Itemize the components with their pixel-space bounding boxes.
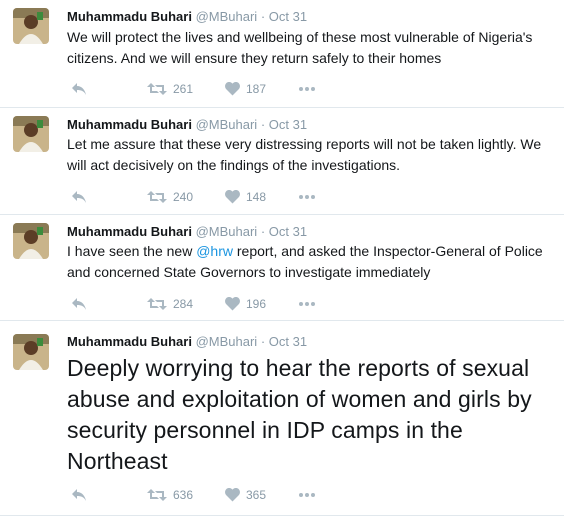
retweet-count: 261 xyxy=(173,82,194,96)
retweet-count: 240 xyxy=(173,190,194,204)
avatar[interactable] xyxy=(13,223,49,259)
more-icon xyxy=(299,87,315,91)
tweet[interactable]: Muhammadu Buhari @MBuhari · Oct 31 I hav… xyxy=(0,215,564,321)
tweet-text: We will protect the lives and wellbeing … xyxy=(67,29,533,66)
timestamp[interactable]: Oct 31 xyxy=(269,117,307,132)
tweet-feed: Muhammadu Buhari @MBuhari · Oct 31 We wi… xyxy=(0,0,564,516)
like-button[interactable]: 187 xyxy=(225,80,266,98)
heart-icon xyxy=(225,82,240,96)
tweet[interactable]: Muhammadu Buhari @MBuhari · Oct 31 Let m… xyxy=(0,108,564,215)
timestamp[interactable]: Oct 31 xyxy=(269,334,307,349)
retweet-count: 284 xyxy=(173,297,194,311)
tweet-text: I have seen the new @hrw report, and ask… xyxy=(67,241,557,283)
retweet-button[interactable]: 240 xyxy=(147,188,193,206)
reply-button[interactable] xyxy=(71,80,87,98)
author-handle[interactable]: @MBuhari xyxy=(196,117,258,132)
timestamp[interactable]: Oct 31 xyxy=(269,224,307,239)
heart-icon xyxy=(225,297,240,311)
tweet-actions: 261 187 xyxy=(67,80,367,98)
reply-button[interactable] xyxy=(71,486,87,504)
reply-button[interactable] xyxy=(71,295,87,313)
tweet-header: Muhammadu Buhari @MBuhari · Oct 31 xyxy=(67,224,307,240)
tweet-text-start: I have seen the new xyxy=(67,243,197,259)
like-count: 196 xyxy=(246,297,267,311)
mention-link[interactable]: @hrw xyxy=(196,243,233,259)
author-name[interactable]: Muhammadu Buhari xyxy=(67,224,192,239)
reply-icon xyxy=(72,83,86,95)
reply-icon xyxy=(72,489,86,501)
tweet-header: Muhammadu Buhari @MBuhari · Oct 31 xyxy=(67,334,307,350)
reply-button[interactable] xyxy=(71,188,87,206)
more-button[interactable] xyxy=(299,295,315,313)
tweet-text: Let me assure that these very distressin… xyxy=(67,136,542,173)
retweet-icon xyxy=(147,191,167,203)
author-name[interactable]: Muhammadu Buhari xyxy=(67,334,192,349)
more-icon xyxy=(299,493,315,497)
reply-icon xyxy=(72,298,86,310)
like-button[interactable]: 365 xyxy=(225,486,266,504)
author-name[interactable]: Muhammadu Buhari xyxy=(67,117,192,132)
avatar[interactable] xyxy=(13,8,49,44)
more-icon xyxy=(299,195,315,199)
retweet-icon xyxy=(147,298,167,310)
tweet[interactable]: Muhammadu Buhari @MBuhari · Oct 31 Deepl… xyxy=(0,321,564,516)
retweet-icon xyxy=(147,489,167,501)
retweet-button[interactable]: 284 xyxy=(147,295,193,313)
like-count: 148 xyxy=(246,190,267,204)
tweet-header: Muhammadu Buhari @MBuhari · Oct 31 xyxy=(67,117,307,133)
retweet-button[interactable]: 636 xyxy=(147,486,193,504)
tweet-actions: 284 196 xyxy=(67,295,367,313)
separator: · xyxy=(260,9,266,24)
tweet-actions: 240 148 xyxy=(67,188,367,206)
like-count: 187 xyxy=(246,82,267,96)
more-button[interactable] xyxy=(299,80,315,98)
like-button[interactable]: 196 xyxy=(225,295,266,313)
author-handle[interactable]: @MBuhari xyxy=(196,224,258,239)
more-icon xyxy=(299,302,315,306)
author-handle[interactable]: @MBuhari xyxy=(196,9,258,24)
separator: · xyxy=(260,117,266,132)
retweet-count: 636 xyxy=(173,488,194,502)
author-handle[interactable]: @MBuhari xyxy=(196,334,258,349)
tweet-text: Deeply worrying to hear the reports of s… xyxy=(67,355,532,474)
avatar[interactable] xyxy=(13,116,49,152)
like-count: 365 xyxy=(246,488,267,502)
like-button[interactable]: 148 xyxy=(225,188,266,206)
separator: · xyxy=(260,334,266,349)
heart-icon xyxy=(225,190,240,204)
tweet-actions: 636 365 xyxy=(67,486,367,504)
retweet-button[interactable]: 261 xyxy=(147,80,193,98)
tweet[interactable]: Muhammadu Buhari @MBuhari · Oct 31 We wi… xyxy=(0,0,564,108)
more-button[interactable] xyxy=(299,188,315,206)
separator: · xyxy=(260,224,266,239)
tweet-header: Muhammadu Buhari @MBuhari · Oct 31 xyxy=(67,9,307,25)
author-name[interactable]: Muhammadu Buhari xyxy=(67,9,192,24)
timestamp[interactable]: Oct 31 xyxy=(269,9,307,24)
avatar[interactable] xyxy=(13,334,49,370)
more-button[interactable] xyxy=(299,486,315,504)
heart-icon xyxy=(225,488,240,502)
retweet-icon xyxy=(147,83,167,95)
reply-icon xyxy=(72,191,86,203)
